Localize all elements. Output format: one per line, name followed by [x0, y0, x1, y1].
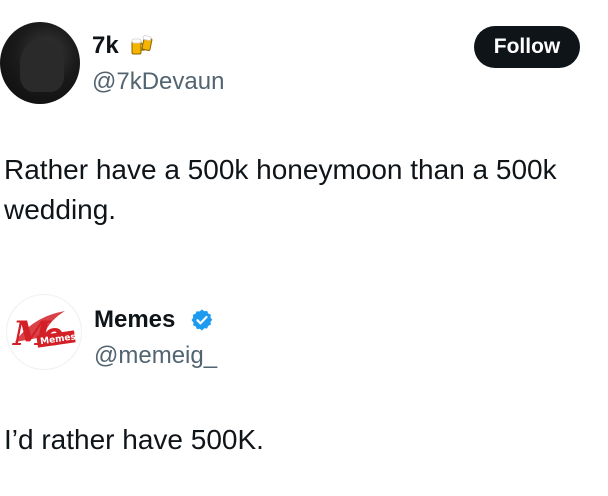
avatar-figure: [20, 40, 64, 92]
handle[interactable]: @7kDevaun: [92, 68, 224, 96]
beer-mugs-icon: [131, 35, 153, 55]
tweet-text: Rather have a 500k honeymoon than a 500k…: [4, 154, 557, 225]
display-name[interactable]: Memes: [94, 306, 175, 334]
handle[interactable]: @memeig_: [94, 342, 217, 370]
avatar[interactable]: [0, 22, 80, 104]
follow-button[interactable]: Follow: [474, 26, 580, 68]
verified-badge-icon: [191, 309, 213, 331]
avatar[interactable]: M e Memes: [6, 294, 82, 370]
display-name[interactable]: 7k: [92, 32, 119, 60]
memes-logo-icon: M e Memes: [12, 311, 77, 354]
tweet-post: 7k @7kDevaun Follow Rather have a 500k h…: [0, 0, 608, 270]
tweet-post: M e Memes Memes @memeig_ I’d rather have…: [0, 282, 608, 496]
tweet-text: I’d rather have 500K.: [4, 424, 264, 455]
